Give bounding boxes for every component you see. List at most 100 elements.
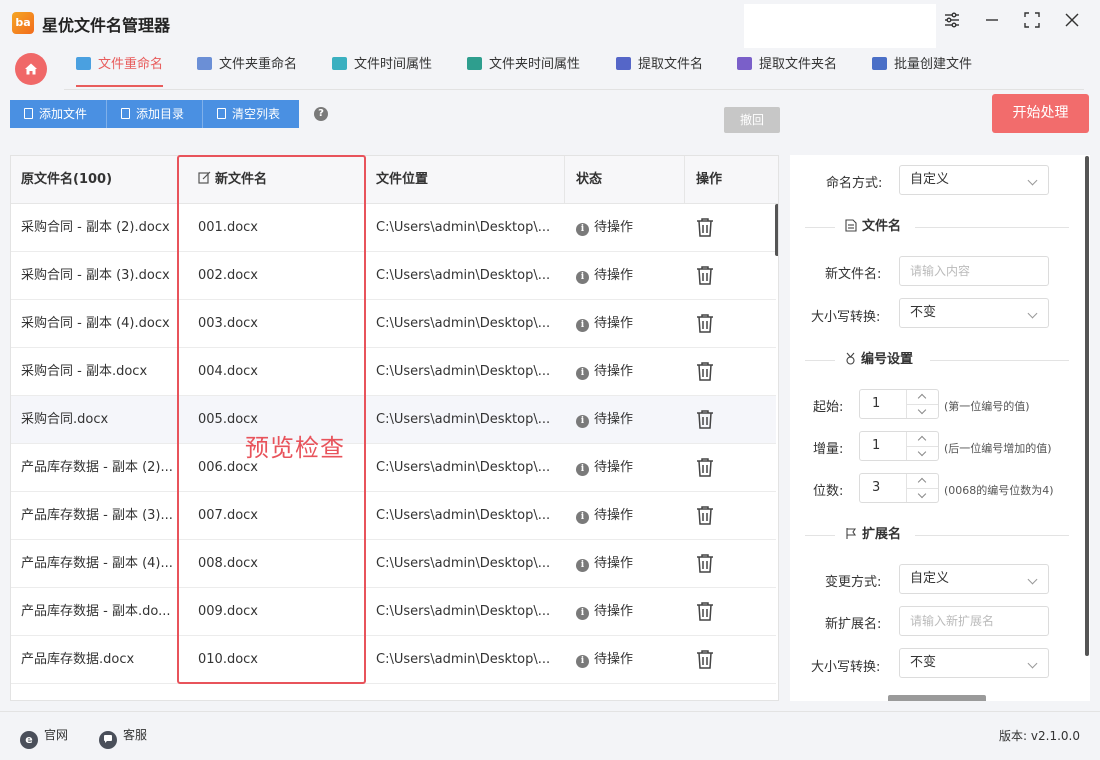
new-filename: 002.docx: [198, 268, 258, 283]
tab-batch-create[interactable]: 批量创建文件: [872, 46, 972, 86]
tab-divider: [64, 89, 1084, 90]
increment-stepper[interactable]: 1: [859, 431, 939, 461]
table-row[interactable]: 采购合同 - 副本 (3).docx 002.docx C:\Users\admin…: [11, 252, 776, 300]
footer: e 官网 客服 版本: v2.1.0.0: [0, 711, 1100, 760]
app-logo-icon: ba: [12, 12, 34, 34]
table-row[interactable]: 产品库存数据 - 副本 (3)... 007.docx C:\Users\admin…: [11, 492, 776, 540]
title-blank-area: [744, 4, 936, 48]
table-row[interactable]: 采购合同.docx 005.docx C:\Users\admin\Desktop\…: [11, 396, 776, 444]
chevron-down-icon: [1027, 175, 1038, 186]
tab-folder-time[interactable]: 文件夹时间属性: [467, 46, 580, 86]
table-row[interactable]: 产品库存数据 - 副本.do... 009.docx C:\Users\admin\…: [11, 588, 776, 636]
original-filename: 产品库存数据.docx: [21, 652, 135, 667]
original-filename: 产品库存数据 - 副本 (4)...: [21, 556, 173, 571]
website-link[interactable]: e 官网: [20, 725, 68, 749]
edit-icon: [198, 171, 211, 184]
partial-button[interactable]: [888, 695, 986, 701]
new-filename: 003.docx: [198, 316, 258, 331]
delete-row-trash-icon[interactable]: [696, 313, 714, 337]
case-convert-select[interactable]: 不变: [899, 298, 1049, 328]
stepper-up-icon[interactable]: [907, 474, 938, 488]
stepper-down-icon[interactable]: [907, 446, 938, 460]
maximize-icon[interactable]: [1020, 11, 1044, 35]
settings-scrollbar[interactable]: [1085, 156, 1089, 656]
col-location: 文件位置: [376, 172, 429, 187]
table-row[interactable]: 采购合同 - 副本 (4).docx 003.docx C:\Users\admin…: [11, 300, 776, 348]
new-ext-input[interactable]: 请输入新扩展名: [899, 606, 1049, 636]
new-filename-input[interactable]: 请输入内容: [899, 256, 1049, 286]
rename-file-icon: [76, 57, 91, 70]
file-location: C:\Users\admin\Desktop\...: [376, 652, 551, 667]
delete-row-trash-icon[interactable]: [696, 217, 714, 241]
close-icon[interactable]: [1060, 11, 1084, 35]
tab-folder-rename[interactable]: 文件夹重命名: [197, 46, 297, 86]
tab-file-time[interactable]: 文件时间属性: [332, 46, 432, 86]
add-directory-button[interactable]: 添加目录: [107, 100, 202, 128]
column-separator: [364, 156, 365, 204]
info-icon: i: [576, 319, 589, 332]
delete-row-trash-icon[interactable]: [696, 505, 714, 529]
file-location: C:\Users\admin\Desktop\...: [376, 316, 551, 331]
tab-extract-foldername[interactable]: 提取文件夹名: [737, 46, 837, 86]
tab-file-rename[interactable]: 文件重命名: [76, 46, 164, 87]
stepper-up-icon[interactable]: [907, 432, 938, 446]
tab-label: 提取文件夹名: [759, 57, 838, 72]
digits-stepper[interactable]: 3: [859, 473, 939, 503]
help-icon[interactable]: ?: [314, 107, 328, 121]
ext-case-label: 大小写转换:: [811, 660, 881, 675]
minimize-icon[interactable]: [980, 11, 1004, 35]
delete-row-trash-icon[interactable]: [696, 649, 714, 673]
add-file-button[interactable]: 添加文件: [10, 100, 106, 128]
start-stepper[interactable]: 1: [859, 389, 939, 419]
delete-row-trash-icon[interactable]: [696, 409, 714, 433]
table-row[interactable]: 产品库存数据 - 副本 (4)... 008.docx C:\Users\admin…: [11, 540, 776, 588]
start-label: 起始:: [813, 400, 844, 415]
clear-list-button[interactable]: 清空列表: [203, 100, 299, 128]
table-scrollbar[interactable]: [775, 204, 778, 256]
start-processing-button[interactable]: 开始处理: [992, 94, 1089, 133]
file-location: C:\Users\admin\Desktop\...: [376, 268, 551, 283]
batch-create-icon: [872, 57, 887, 70]
case-convert-label: 大小写转换:: [811, 310, 881, 325]
new-filename: 004.docx: [198, 364, 258, 379]
table-row[interactable]: 产品库存数据 - 副本 (2)... 006.docx C:\Users\admin…: [11, 444, 776, 492]
delete-row-trash-icon[interactable]: [696, 553, 714, 577]
delete-row-trash-icon[interactable]: [696, 457, 714, 481]
settings-sliders-icon[interactable]: [940, 11, 964, 35]
file-table: 原文件名(100) 新文件名 文件位置 状态 操作 采购合同 - 副本 (2).…: [10, 155, 779, 701]
delete-row-trash-icon[interactable]: [696, 361, 714, 385]
folder-time-icon: [467, 57, 482, 70]
title-bar: ba 星优文件名管理器: [0, 0, 1100, 48]
table-row[interactable]: 采购合同 - 副本.docx 004.docx C:\Users\admin\Des…: [11, 348, 776, 396]
new-filename: 010.docx: [198, 652, 258, 667]
section-numbering: 编号设置: [805, 350, 1069, 370]
ext-mode-select[interactable]: 自定义: [899, 564, 1049, 594]
info-icon: i: [576, 655, 589, 668]
stepper-up-icon[interactable]: [907, 390, 938, 404]
naming-mode-select[interactable]: 自定义: [899, 165, 1049, 195]
home-button[interactable]: [15, 53, 47, 85]
info-icon: i: [576, 463, 589, 476]
file-time-icon: [332, 57, 347, 70]
chevron-down-icon: [1027, 574, 1038, 585]
original-filename: 采购合同 - 副本 (3).docx: [21, 268, 170, 283]
digits-hint: (0068的编号位数为4): [944, 484, 1054, 497]
tab-bar: 文件重命名 文件夹重命名 文件时间属性 文件夹时间属性 提取文件名 提取文件夹名…: [0, 46, 1100, 90]
delete-row-trash-icon[interactable]: [696, 265, 714, 289]
column-separator: [684, 156, 685, 204]
support-link[interactable]: 客服: [99, 725, 147, 749]
col-original-name: 原文件名(100): [21, 172, 113, 187]
app-title: 星优文件名管理器: [42, 16, 171, 35]
section-extension: 扩展名: [805, 525, 1069, 545]
stepper-down-icon[interactable]: [907, 404, 938, 418]
extract-filename-icon: [616, 57, 631, 70]
tab-extract-filename[interactable]: 提取文件名: [616, 46, 703, 86]
ext-case-select[interactable]: 不变: [899, 648, 1049, 678]
original-filename: 采购合同 - 副本 (2).docx: [21, 220, 170, 235]
undo-button[interactable]: 撤回: [724, 107, 780, 133]
stepper-down-icon[interactable]: [907, 488, 938, 502]
status-cell: i 待操作: [576, 300, 676, 348]
table-row[interactable]: 产品库存数据.docx 010.docx C:\Users\admin\Deskto…: [11, 636, 776, 684]
delete-row-trash-icon[interactable]: [696, 601, 714, 625]
table-row[interactable]: 采购合同 - 副本 (2).docx 001.docx C:\Users\admin…: [11, 204, 776, 252]
